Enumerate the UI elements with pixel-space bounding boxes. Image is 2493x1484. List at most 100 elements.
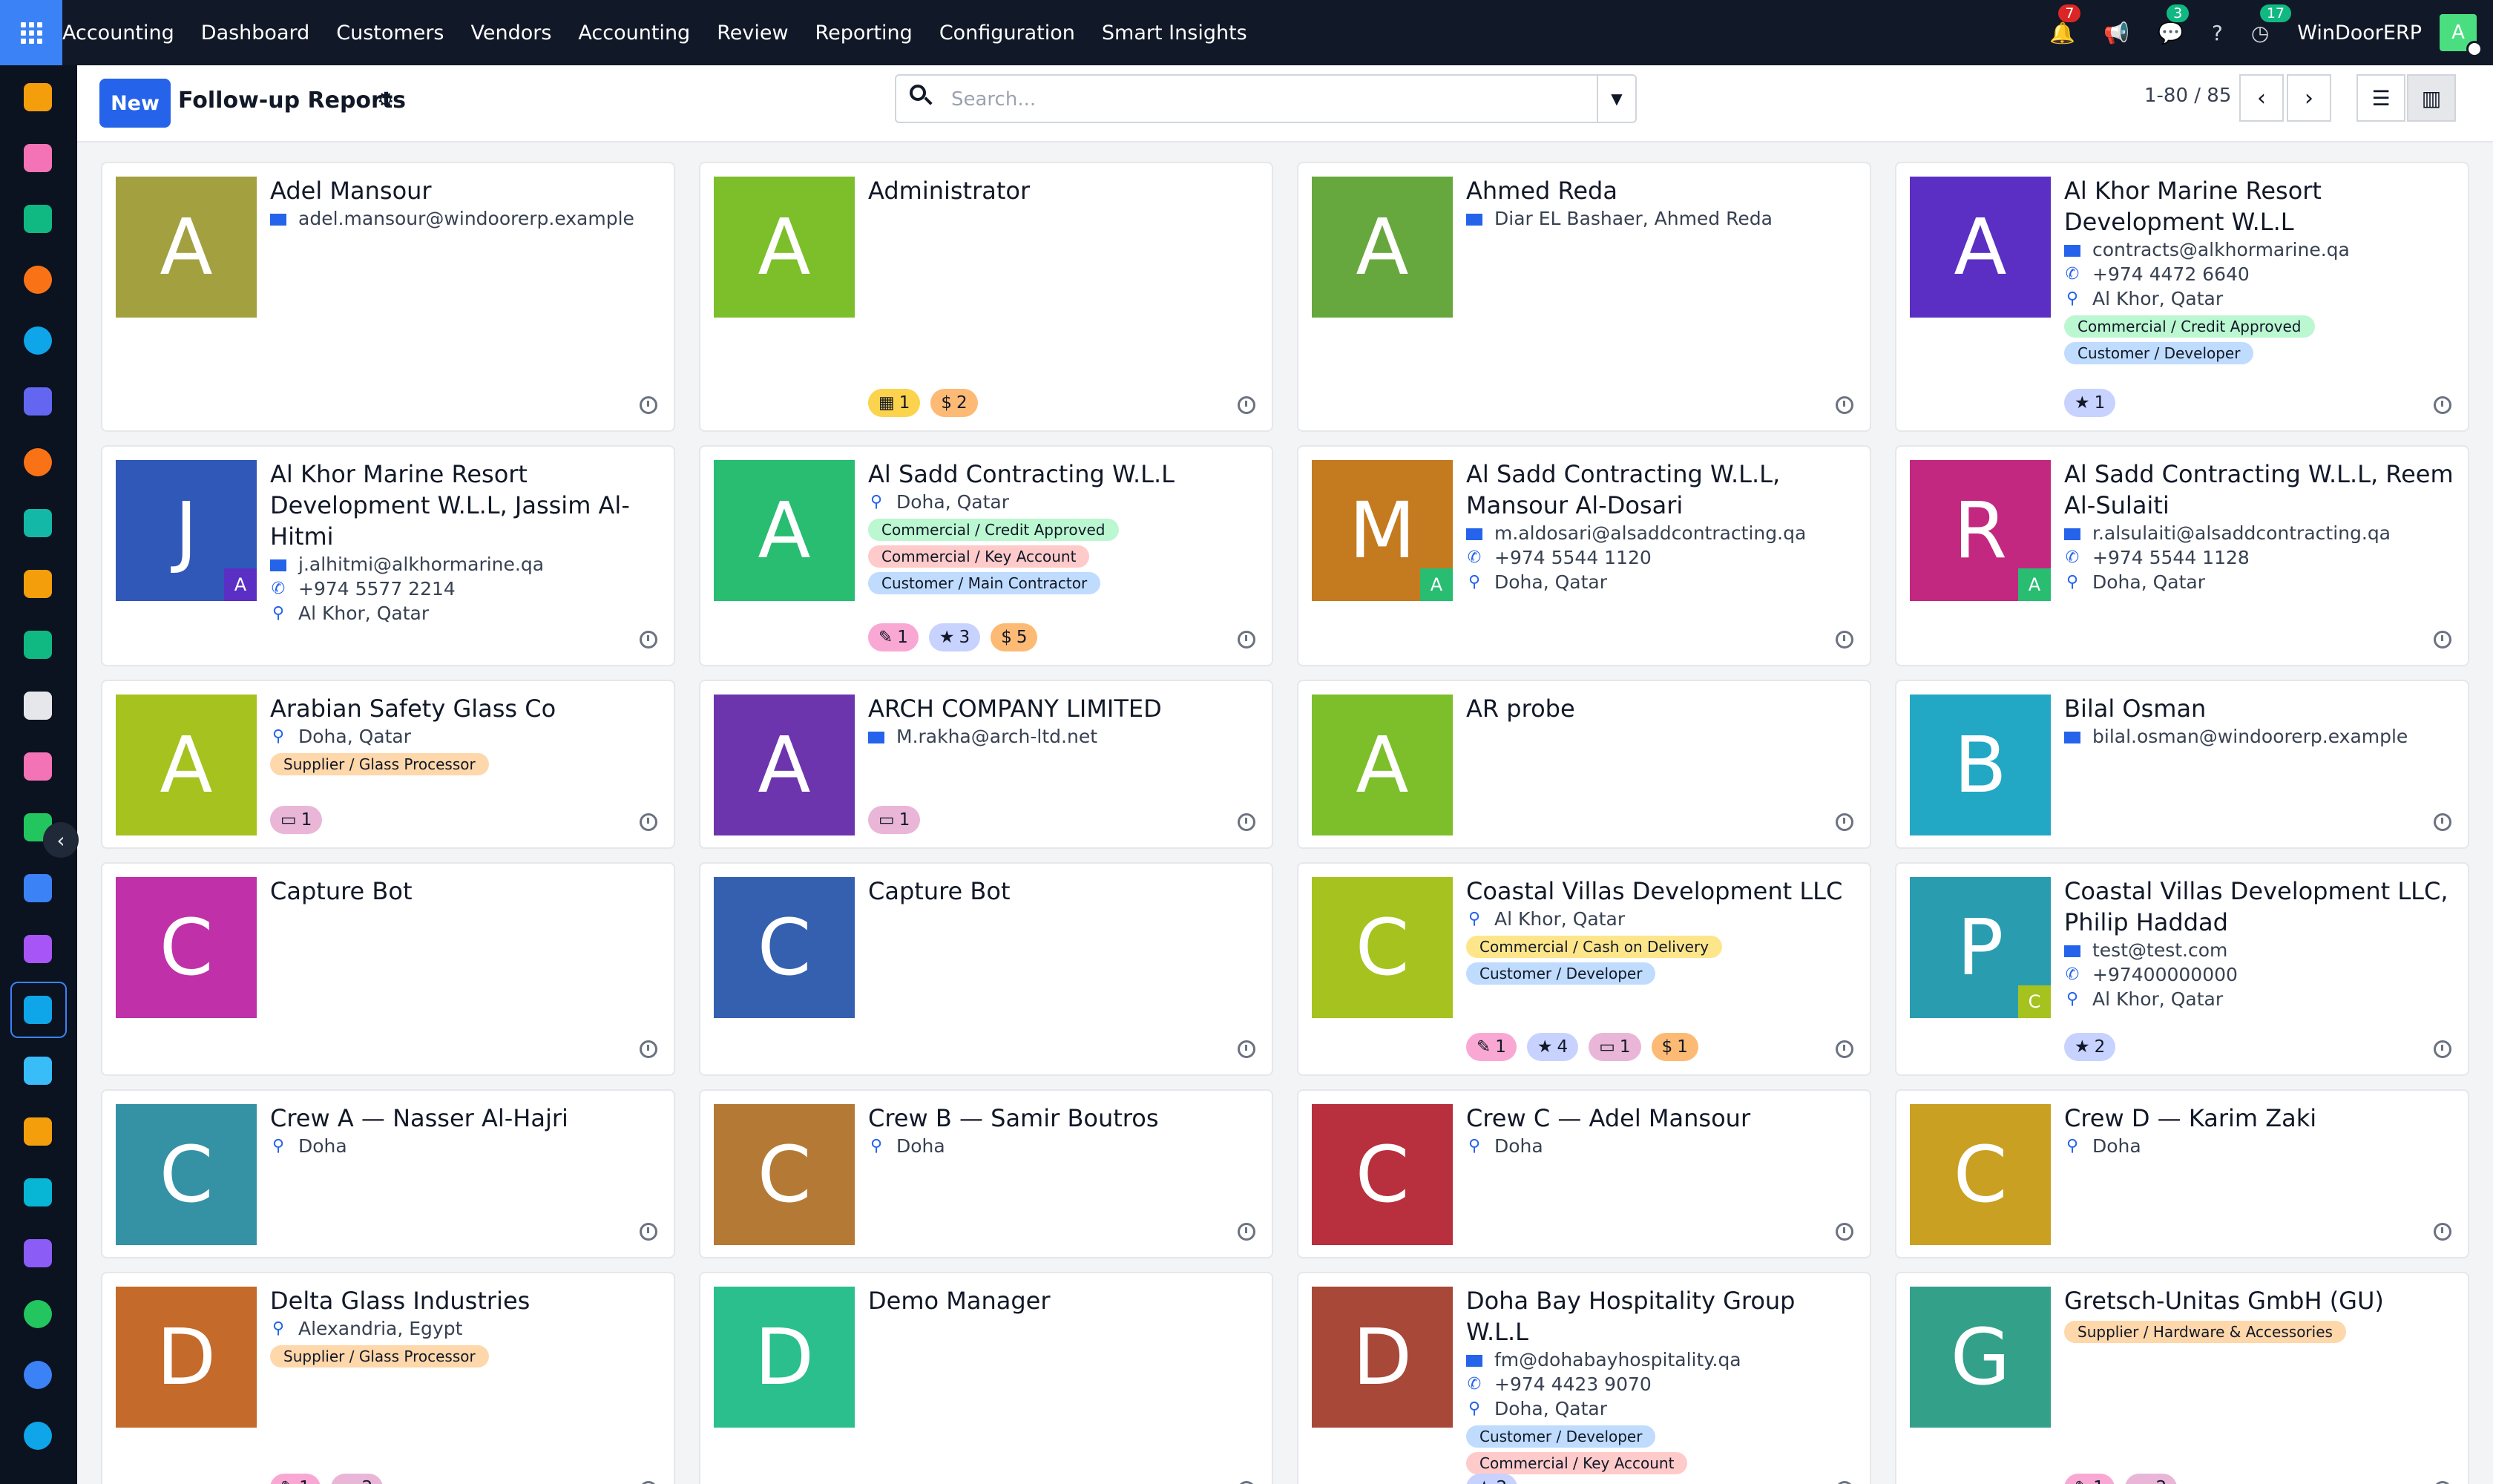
employees-app-icon[interactable] [24,631,52,659]
record-card[interactable]: A Ahmed Reda Diar EL Bashaer, Ahmed Reda [1297,162,1871,432]
record-card[interactable]: A Adel Mansour adel.mansour@windoorerp.exa… [101,162,675,432]
record-card[interactable]: D Demo Manager [699,1272,1273,1484]
counter-badge[interactable]: ★2 [2064,1033,2116,1061]
record-name[interactable]: Al Khor Marine Resort Development W.L.L [2064,175,2457,237]
web-app-icon[interactable] [24,1422,52,1450]
discuss-app-icon[interactable] [24,266,52,294]
team-app-icon[interactable] [24,1057,52,1085]
activity-clock-icon[interactable] [640,1040,657,1058]
record-card[interactable]: A ARCH COMPANY LIMITED M.rakha@arch-ltd.ne… [699,680,1273,849]
counter-badge[interactable]: ★ 3 [928,623,981,651]
record-card[interactable]: C Crew C — Adel Mansour ⚲ Doha [1297,1089,1871,1258]
counter-badge[interactable]: $5 [991,623,1038,651]
record-name[interactable]: Arabian Safety Glass Co [270,693,663,724]
record-name[interactable]: Doha Bay Hospitality Group W.L.L [1466,1285,1859,1347]
previous-page-button[interactable]: ‹ [2239,74,2284,122]
chat-app-icon[interactable] [24,448,52,476]
record-card[interactable]: C Crew B — Samir Boutros ⚲ Doha [699,1089,1273,1258]
app-switcher-button[interactable] [0,0,62,65]
user-avatar[interactable]: A [2440,14,2483,57]
menu-reporting[interactable]: Reporting [815,22,913,45]
dashboards-app-icon[interactable] [24,1239,52,1267]
chat-icon[interactable]: 💬 3 [2158,4,2190,45]
record-name[interactable]: AR probe [1466,693,1859,724]
social-app-icon[interactable] [24,509,52,537]
collapse-rail-button[interactable]: ‹ [43,822,79,858]
inventory-app-icon[interactable] [24,692,52,720]
counter-badge[interactable]: ▭ 1 [270,806,323,834]
activity-clock-icon[interactable] [640,396,657,414]
activity-clock-icon[interactable] [1238,1040,1255,1058]
record-name[interactable]: Adel Mansour [270,175,663,206]
bell-icon[interactable]: 🔔 7 [2049,4,2081,45]
activity-clock-icon[interactable] [1836,1040,1853,1058]
record-name[interactable]: Delta Glass Industries [270,1285,663,1316]
record-card[interactable]: A Administrator ▦ 1 $2 [699,162,1273,432]
record-name[interactable]: Crew B — Samir Boutros [868,1103,1261,1134]
record-name[interactable]: Administrator [868,175,1261,206]
menu-accounting[interactable]: Accounting [578,22,690,45]
menu-smart-insights[interactable]: Smart Insights [1102,22,1247,45]
menu-vendors[interactable]: Vendors [470,22,551,45]
activity-clock-icon[interactable] [2434,813,2451,831]
products-app-icon[interactable] [24,935,52,963]
activity-clock-icon[interactable] [640,813,657,831]
record-name[interactable]: Coastal Villas Development LLC, Philip H… [2064,876,2457,938]
record-name[interactable]: Al Sadd Contracting W.L.L, Reem Al-Sulai… [2064,459,2457,521]
sales-app-icon[interactable] [24,83,52,111]
activity-clock-icon[interactable] [2434,1481,2451,1484]
studio-app-icon[interactable] [24,144,52,172]
counter-badge[interactable]: ▭2 [2124,1474,2178,1484]
record-card[interactable]: A Al Khor Marine Resort Development W.L.L… [1895,162,2469,432]
new-button[interactable]: New [99,79,171,128]
counter-badge[interactable]: ▭ 1 [1589,1033,1641,1061]
counter-badge[interactable]: $2 [930,389,978,417]
record-name[interactable]: Capture Bot [868,876,1261,907]
activity-clock-icon[interactable] [1836,396,1853,414]
mail-app-icon[interactable] [24,387,52,416]
record-card[interactable]: D Doha Bay Hospitality Group W.L.L fm@doha… [1297,1272,1871,1484]
activity-clock-icon[interactable] [1836,1481,1853,1484]
timer-app-icon[interactable] [24,1361,52,1389]
activity-clock-icon[interactable] [640,631,657,649]
counter-badge[interactable]: ✎1 [270,1474,321,1484]
record-card[interactable]: C Capture Bot [699,862,1273,1076]
activity-clock-icon[interactable] [640,1481,657,1484]
megaphone-icon[interactable]: 📢 [2103,21,2129,45]
accounting-app-icon[interactable] [24,996,52,1024]
design-app-icon[interactable] [24,752,52,781]
record-name[interactable]: Al Khor Marine Resort Development W.L.L,… [270,459,663,552]
activity-clock-icon[interactable] [1238,1223,1255,1241]
counter-badge[interactable]: ✎1 [1466,1033,1517,1061]
website-app-icon[interactable] [24,326,52,355]
record-card[interactable]: C Crew A — Nasser Al-Hajri ⚲ Doha [101,1089,675,1258]
activity-clock-icon[interactable] [1238,396,1255,414]
activity-clock-icon[interactable] [2434,1223,2451,1241]
activity-clock-icon[interactable] [640,1223,657,1241]
menu-dashboard[interactable]: Dashboard [201,22,309,45]
record-card[interactable]: G Gretsch-Unitas GmbH (GU) Supplier / Hard… [1895,1272,2469,1484]
activity-clock-icon[interactable] [1238,813,1255,831]
clock-icon[interactable]: ◷ 17 [2251,4,2291,45]
activity-clock-icon[interactable] [1836,631,1853,649]
record-card[interactable]: D Delta Glass Industries ⚲ Alexandria, Egyp… [101,1272,675,1484]
company-switcher[interactable]: WinDoorERP [2297,22,2422,45]
activity-clock-icon[interactable] [1238,631,1255,649]
menu-customers[interactable]: Customers [336,22,444,45]
reports-app-icon[interactable] [24,570,52,598]
counter-badge[interactable]: ▦ 1 [868,389,921,417]
sign-app-icon[interactable] [24,1178,52,1206]
counter-badge[interactable]: ★ 4 [1526,1033,1579,1061]
record-name[interactable]: ARCH COMPANY LIMITED [868,693,1261,724]
record-card[interactable]: A Arabian Safety Glass Co ⚲ Doha, Qatar Supp… [101,680,675,849]
counter-badge[interactable]: ★2 [1466,1474,1518,1484]
list-view-button[interactable]: ☰ [2356,74,2405,122]
record-card[interactable]: A Al Sadd Contracting W.L.L ⚲ Doha, Qatar Co… [699,445,1273,666]
app-name[interactable]: Accounting [62,22,174,45]
menu-configuration[interactable]: Configuration [939,22,1075,45]
activity-clock-icon[interactable] [2434,396,2451,414]
activity-clock-icon[interactable] [2434,631,2451,649]
record-name[interactable]: Ahmed Reda [1466,175,1859,206]
kanban-view-button[interactable]: ▥ [2407,74,2456,122]
record-name[interactable]: Al Sadd Contracting W.L.L [868,459,1261,490]
